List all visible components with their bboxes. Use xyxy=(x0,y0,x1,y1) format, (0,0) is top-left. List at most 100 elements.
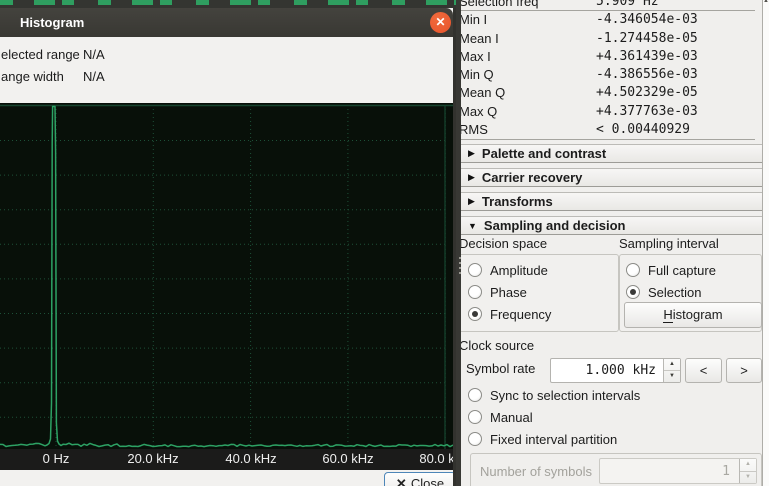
radio-icon xyxy=(468,285,482,299)
stat-value: 5.909 Hz xyxy=(596,0,659,11)
stat-label: Min I xyxy=(461,11,596,29)
radio-selected-icon xyxy=(468,307,482,321)
section-sampling-and-decision[interactable]: ▼ Sampling and decision xyxy=(461,216,762,235)
stats-table: Selection freq5.909 Hz Min I-4.346054e-0… xyxy=(461,0,755,140)
stat-label: Selection freq xyxy=(461,0,596,11)
side-panel: Selection freq5.909 Hz Min I-4.346054e-0… xyxy=(461,0,762,486)
symbol-rate-increase-button[interactable]: > xyxy=(726,358,762,383)
stat-row: RMS< 0.00440929 xyxy=(461,121,755,139)
stat-value: -1.274458e-05 xyxy=(596,30,698,48)
histogram-button[interactable]: Histogram xyxy=(624,302,762,328)
stat-row: Max Q+4.377763e-03 xyxy=(461,103,755,121)
section-transforms[interactable]: ▶ Transforms xyxy=(461,192,762,211)
dialog-footer: ✕ Close xyxy=(0,470,453,486)
radio-sync-to-selection-intervals[interactable]: Sync to selection intervals xyxy=(468,387,640,403)
selected-range-value: N/A xyxy=(83,47,105,62)
radio-fixed-interval-partition[interactable]: Fixed interval partition xyxy=(468,431,617,447)
symbol-rate-spinner[interactable]: ▲▼ xyxy=(663,359,680,382)
radio-frequency[interactable]: Frequency xyxy=(468,306,551,322)
close-button-label: Close xyxy=(411,476,444,486)
greater-than-icon: > xyxy=(740,363,748,378)
dialog-title: Histogram xyxy=(20,8,84,37)
stat-label: Max I xyxy=(461,48,596,66)
radio-label: Fixed interval partition xyxy=(490,432,617,447)
radio-icon xyxy=(468,410,482,424)
section-title: Palette and contrast xyxy=(482,146,606,161)
range-width-label: ange width xyxy=(1,69,64,84)
symbol-rate-input[interactable] xyxy=(551,359,660,382)
axis-tick-60khz: 60.0 kHz xyxy=(322,451,373,466)
range-width-value: N/A xyxy=(83,69,105,84)
close-button-x-icon: ✕ xyxy=(396,476,407,486)
stat-label: Min Q xyxy=(461,66,596,84)
stat-value: -4.386556e-03 xyxy=(596,66,698,84)
section-title: Transforms xyxy=(482,194,553,209)
stat-value: +4.377763e-03 xyxy=(596,103,698,121)
stat-label: Mean I xyxy=(461,30,596,48)
radio-label: Selection xyxy=(648,285,701,300)
radio-label: Full capture xyxy=(648,263,716,278)
frequency-axis: 0 Hz 20.0 kHz 40.0 kHz 60.0 kHz 80.0 kHz xyxy=(0,449,453,470)
spectrogram-pattern xyxy=(0,0,461,5)
symbol-rate-spinbox: ▲▼ xyxy=(550,358,681,383)
symbol-rate-decrease-button[interactable]: < xyxy=(685,358,722,383)
spin-down-icon: ▼ xyxy=(664,371,680,382)
section-title: Carrier recovery xyxy=(482,170,582,185)
stat-value: < 0.00440929 xyxy=(596,121,690,139)
axis-tick-80khz: 80.0 kHz xyxy=(419,451,456,466)
stat-value: -4.346054e-03 xyxy=(596,11,698,29)
radio-label: Amplitude xyxy=(490,263,548,278)
chevron-right-icon: ▶ xyxy=(468,148,475,159)
close-window-button[interactable]: ✕ xyxy=(430,12,451,33)
dialog-titlebar[interactable]: Histogram ✕ xyxy=(0,8,453,37)
radio-icon xyxy=(626,263,640,277)
radio-label: Sync to selection intervals xyxy=(490,388,640,403)
number-of-symbols-input xyxy=(600,459,736,483)
number-of-symbols-label: Number of symbols xyxy=(480,464,592,479)
section-palette-and-contrast[interactable]: ▶ Palette and contrast xyxy=(461,144,762,163)
axis-tick-0hz: 0 Hz xyxy=(43,451,70,466)
chevron-right-icon: ▶ xyxy=(468,172,475,183)
radio-label: Manual xyxy=(490,410,533,425)
chevron-down-icon: ▼ xyxy=(468,221,477,231)
sampling-interval-label: Sampling interval xyxy=(619,236,719,251)
number-of-symbols-spinbox: ▲▼ xyxy=(599,458,757,484)
spin-up-icon: ▲ xyxy=(664,359,680,371)
axis-tick-20khz: 20.0 kHz xyxy=(127,451,178,466)
radio-amplitude[interactable]: Amplitude xyxy=(468,262,548,278)
panel-scrollbar[interactable]: ▲ xyxy=(762,0,769,486)
selected-range-label: elected range xyxy=(1,47,80,62)
radio-selection[interactable]: Selection xyxy=(626,284,701,300)
chevron-right-icon: ▶ xyxy=(468,196,475,207)
number-of-symbols-group: Number of symbols ▲▼ xyxy=(470,453,762,486)
histogram-plot xyxy=(0,103,453,449)
spin-down-icon: ▼ xyxy=(740,472,756,484)
close-dialog-button[interactable]: ✕ Close xyxy=(384,472,456,486)
stat-row: Max I+4.361439e-03 xyxy=(461,48,755,66)
stat-row: Mean I-1.274458e-05 xyxy=(461,30,755,48)
button-mnemonic: H xyxy=(663,307,672,323)
spin-up-icon: ▲ xyxy=(740,459,756,472)
stat-label: Mean Q xyxy=(461,84,596,102)
spectrogram-top-strip xyxy=(0,0,461,8)
scroll-up-arrow-icon: ▲ xyxy=(763,0,769,4)
radio-selected-icon xyxy=(626,285,640,299)
stat-label: Max Q xyxy=(461,103,596,121)
stat-value: +4.361439e-03 xyxy=(596,48,698,66)
radio-label: Phase xyxy=(490,285,527,300)
radio-icon xyxy=(468,432,482,446)
radio-full-capture[interactable]: Full capture xyxy=(626,262,716,278)
radio-manual[interactable]: Manual xyxy=(468,409,533,425)
stat-row: Selection freq5.909 Hz xyxy=(461,0,755,11)
less-than-icon: < xyxy=(700,363,708,378)
section-carrier-recovery[interactable]: ▶ Carrier recovery xyxy=(461,168,762,187)
stat-value: +4.502329e-05 xyxy=(596,84,698,102)
stat-row: Min Q-4.386556e-03 xyxy=(461,66,755,84)
radio-phase[interactable]: Phase xyxy=(468,284,527,300)
histogram-dialog: Histogram ✕ elected range N/A ange width… xyxy=(0,8,456,486)
radio-icon xyxy=(468,263,482,277)
section-title: Sampling and decision xyxy=(484,218,626,233)
selected-range-row: elected range N/A xyxy=(1,47,301,63)
stat-row: Mean Q+4.502329e-05 xyxy=(461,84,755,102)
decision-space-label: Decision space xyxy=(461,236,547,251)
